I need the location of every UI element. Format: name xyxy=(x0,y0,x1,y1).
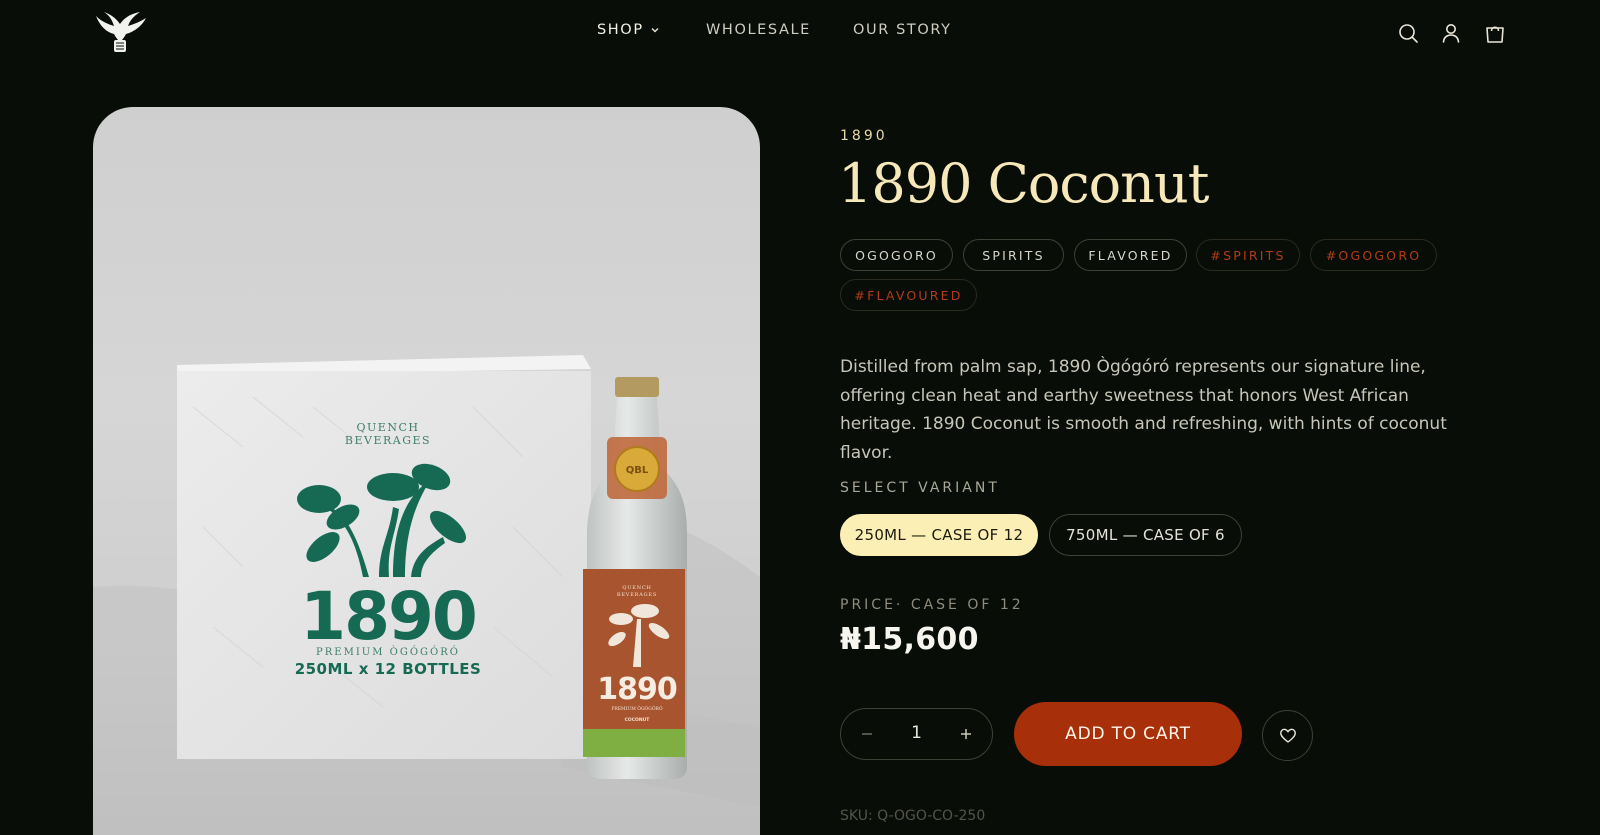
tag-hash-spirits[interactable]: #SPIRITS xyxy=(1196,239,1300,271)
variant-250ml-case-12[interactable]: 250ML — CASE OF 12 xyxy=(840,514,1038,556)
product-image[interactable]: QUENCH BEVERAGES 1890 PREMIUM ÒGÓGÓRÓ 25… xyxy=(93,107,760,835)
heart-icon xyxy=(1279,728,1296,743)
box-brand-line1: QUENCH xyxy=(357,421,420,434)
product-vendor[interactable]: 1890 xyxy=(840,128,888,144)
tag-ogogoro[interactable]: OGOGORO xyxy=(840,239,953,271)
plus-icon xyxy=(961,729,971,739)
nav-shop-label: SHOP xyxy=(597,22,644,38)
select-variant-label: SELECT VARIANT xyxy=(840,480,1000,496)
bottle-title: 1890 xyxy=(597,672,677,707)
box-brand-line2: BEVERAGES xyxy=(345,434,431,447)
product-price: ₦15,600 xyxy=(840,622,979,657)
product-info: 1890 1890 Coconut OGOGORO SPIRITS FLAVOR… xyxy=(838,0,1480,835)
add-to-cart-button[interactable]: ADD TO CART xyxy=(1014,702,1242,766)
quantity-stepper: 1 xyxy=(840,708,993,760)
nav-wholesale-label: WHOLESALE xyxy=(706,22,811,38)
tag-hash-ogogoro[interactable]: #OGOGORO xyxy=(1310,239,1437,271)
box-subtitle: PREMIUM ÒGÓGÓRÓ xyxy=(316,646,460,658)
product-photo-illustration: QUENCH BEVERAGES 1890 PREMIUM ÒGÓGÓRÓ 25… xyxy=(93,355,760,835)
price-label: PRICE· CASE OF 12 xyxy=(840,597,1024,613)
variant-750ml-case-6[interactable]: 750ML — CASE OF 6 xyxy=(1049,514,1242,556)
box-title: 1890 xyxy=(300,578,476,655)
quantity-increase-button[interactable] xyxy=(954,722,978,746)
bottle-brand-line1: QUENCH xyxy=(622,585,651,591)
box-size: 250ML x 12 BOTTLES xyxy=(295,660,482,678)
nav-shop[interactable]: SHOP xyxy=(597,22,660,38)
bottle-flavor: COCONUT xyxy=(625,717,651,723)
bottle-seal: QBL xyxy=(626,465,649,476)
tag-hash-flavoured[interactable]: #FLAVOURED xyxy=(840,279,977,311)
tag-spirits[interactable]: SPIRITS xyxy=(963,239,1064,271)
product-sku: SKU: Q-OGO-CO-250 xyxy=(840,808,986,824)
bottle-brand-line2: BEVERAGES xyxy=(617,592,657,598)
wishlist-button[interactable] xyxy=(1262,710,1313,761)
tag-flavored[interactable]: FLAVORED xyxy=(1074,239,1187,271)
chevron-down-icon xyxy=(651,28,659,33)
product-description: Distilled from palm sap, 1890 Ògógóró re… xyxy=(840,357,1447,463)
bottle: QBL QUENCH BEVERAGES 1890 PREMIUM ÒGÓGÓR… xyxy=(583,377,687,779)
nav-wholesale[interactable]: WHOLESALE xyxy=(706,22,811,38)
cart-icon[interactable] xyxy=(1484,22,1506,44)
product-title: 1890 Coconut xyxy=(838,152,1209,215)
